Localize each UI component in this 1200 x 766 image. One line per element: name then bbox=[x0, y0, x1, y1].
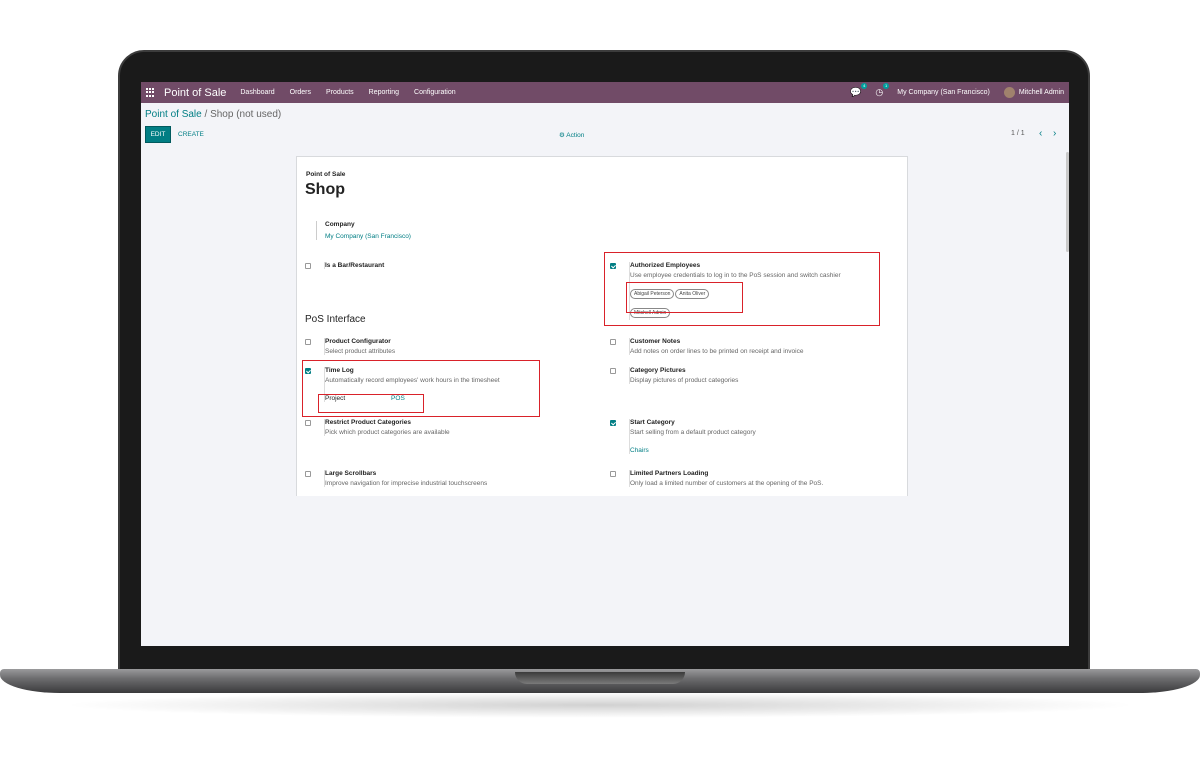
category-pictures-checkbox[interactable] bbox=[610, 368, 616, 374]
messages-icon[interactable]: 💬 4 bbox=[850, 83, 868, 98]
laptop-shadow bbox=[60, 692, 1140, 718]
start-category-checkbox[interactable] bbox=[610, 420, 616, 426]
user-menu[interactable]: Mitchell Admin bbox=[1019, 89, 1064, 96]
nav-configuration[interactable]: Configuration bbox=[414, 89, 456, 96]
form-subtitle: Point of Sale bbox=[306, 171, 346, 178]
company-value[interactable]: My Company (San Francisco) bbox=[325, 233, 411, 240]
edit-button[interactable]: EDIT bbox=[145, 126, 171, 143]
setting-title: Category Pictures bbox=[630, 367, 686, 374]
setting-body: Limited Partners Loading Only load a lim… bbox=[629, 470, 823, 487]
create-button[interactable]: CREATE bbox=[178, 131, 204, 138]
setting-description: Improve navigation for imprecise industr… bbox=[325, 480, 488, 487]
highlight-project-field bbox=[318, 394, 424, 413]
company-field: Company My Company (San Francisco) bbox=[316, 221, 411, 240]
nav-orders[interactable]: Orders bbox=[290, 89, 311, 96]
nav-reporting[interactable]: Reporting bbox=[369, 89, 399, 96]
setting-description: Start selling from a default product cat… bbox=[630, 429, 756, 436]
setting-body: Product Configurator Select product attr… bbox=[324, 338, 395, 355]
activities-icon[interactable]: ◷ 1 bbox=[875, 83, 890, 98]
action-menu-button[interactable]: ⚙ Action bbox=[559, 131, 584, 139]
setting-title: Large Scrollbars bbox=[325, 470, 377, 477]
restrict-categories-checkbox[interactable] bbox=[305, 420, 311, 426]
setting-body: Start Category Start selling from a defa… bbox=[629, 419, 756, 454]
setting-description: Only load a limited number of customers … bbox=[630, 480, 824, 487]
app-title[interactable]: Point of Sale bbox=[164, 87, 226, 99]
setting-title: Start Category bbox=[630, 419, 675, 426]
setting-description: Display pictures of product categories bbox=[630, 377, 739, 384]
company-label: Company bbox=[325, 221, 355, 228]
product-configurator-checkbox[interactable] bbox=[305, 339, 311, 345]
setting-body: Customer Notes Add notes on order lines … bbox=[629, 338, 803, 355]
setting-body: Large Scrollbars Improve navigation for … bbox=[324, 470, 487, 487]
setting-title: Limited Partners Loading bbox=[630, 470, 709, 477]
start-category-value[interactable]: Chairs bbox=[630, 447, 756, 454]
breadcrumb-separator: / bbox=[204, 109, 208, 120]
setting-description: Select product attributes bbox=[325, 348, 396, 355]
scrollbar[interactable] bbox=[1066, 152, 1069, 252]
nav-dashboard[interactable]: Dashboard bbox=[240, 89, 274, 96]
setting-title: Product Configurator bbox=[325, 338, 391, 345]
setting-description: Add notes on order lines to be printed o… bbox=[630, 348, 804, 355]
setting-body: Restrict Product Categories Pick which p… bbox=[324, 419, 450, 436]
laptop-notch bbox=[515, 672, 685, 684]
apps-menu-icon[interactable] bbox=[146, 87, 156, 98]
limited-partners-checkbox[interactable] bbox=[610, 471, 616, 477]
setting-title: Restrict Product Categories bbox=[325, 419, 411, 426]
setting-title: Is a Bar/Restaurant bbox=[325, 262, 385, 269]
breadcrumb: Point of Sale / Shop (not used) bbox=[145, 109, 281, 120]
setting-body: Category Pictures Display pictures of pr… bbox=[629, 367, 738, 384]
company-switcher[interactable]: My Company (San Francisco) bbox=[897, 89, 990, 96]
customer-notes-checkbox[interactable] bbox=[610, 339, 616, 345]
user-avatar[interactable] bbox=[1003, 87, 1015, 98]
top-navbar: Point of Sale Dashboard Orders Products … bbox=[141, 82, 1069, 103]
laptop-screen: Point of Sale Dashboard Orders Products … bbox=[141, 82, 1069, 646]
pager-prev-icon[interactable]: ‹ bbox=[1039, 128, 1042, 139]
section-title-pos-interface: PoS Interface bbox=[305, 314, 366, 325]
breadcrumb-parent[interactable]: Point of Sale bbox=[145, 109, 202, 120]
messages-badge: 4 bbox=[861, 83, 868, 89]
breadcrumb-current: Shop (not used) bbox=[210, 109, 282, 120]
setting-description: Pick which product categories are availa… bbox=[325, 429, 450, 436]
form-sheet: Point of Sale Shop Company My Company (S… bbox=[296, 156, 908, 496]
large-scrollbars-checkbox[interactable] bbox=[305, 471, 311, 477]
activities-badge: 1 bbox=[883, 83, 890, 89]
setting-title: Customer Notes bbox=[630, 338, 681, 345]
setting-body: Is a Bar/Restaurant bbox=[324, 262, 384, 269]
bar-restaurant-checkbox[interactable] bbox=[305, 263, 311, 269]
pager-next-icon[interactable]: › bbox=[1053, 128, 1056, 139]
nav-products[interactable]: Products bbox=[326, 89, 354, 96]
navbar-systray: 💬 4 ◷ 1 My Company (San Francisco) Mitchel… bbox=[850, 83, 1069, 98]
form-title: Shop bbox=[305, 181, 345, 198]
pager-value[interactable]: 1 / 1 bbox=[1011, 130, 1025, 137]
highlight-employee-tags bbox=[626, 282, 743, 313]
